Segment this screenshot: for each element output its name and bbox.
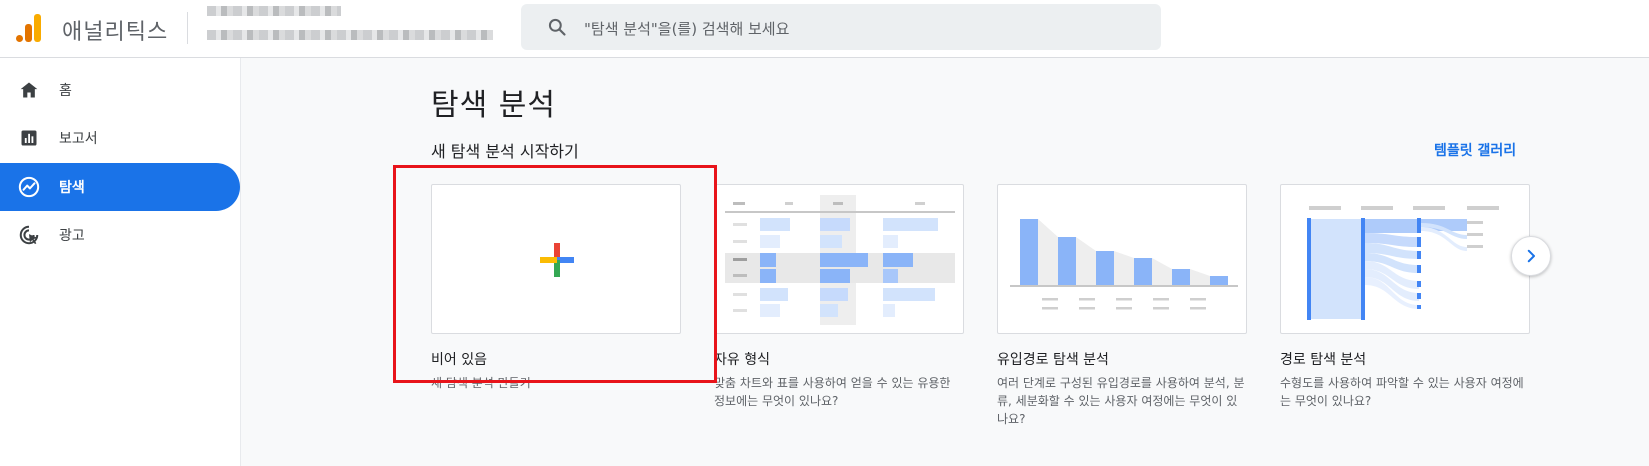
- app-name: 애널리틱스: [62, 20, 169, 45]
- card-description: 여러 단계로 구성된 유입경로를 사용하여 분석, 분류, 세분화할 수 있는 …: [997, 376, 1245, 426]
- chevron-right-icon: [1527, 249, 1535, 263]
- nav-label: 광고: [59, 228, 85, 244]
- card-title: 자유 형식: [714, 352, 770, 368]
- card-description: 수형도를 사용하여 파악할 수 있는 사용자 여정에는 무엇이 있나요?: [1280, 376, 1524, 408]
- nav-item-home[interactable]: 홈: [0, 66, 240, 114]
- funnel-chart-icon: [1010, 219, 1238, 310]
- nav-item-explore[interactable]: 탐색: [0, 163, 240, 211]
- card-description: 맞춤 차트와 표를 사용하여 얻을 수 있는 유용한 정보에는 무엇이 있나요?: [714, 376, 951, 408]
- top-app-bar: 애널리틱스 "탐색 분석"을(를) 검색해 보세요: [0, 0, 1649, 58]
- carousel-next-button[interactable]: [1511, 236, 1551, 276]
- nav-item-reports[interactable]: 보고서: [0, 114, 240, 162]
- plus-icon: [540, 243, 574, 277]
- card-title: 경로 탐색 분석: [1280, 352, 1367, 368]
- template-gallery-link[interactable]: 템플릿 갤러리: [1434, 140, 1516, 160]
- left-nav: 홈 보고서 탐색 광고: [0, 58, 241, 466]
- main-content: 탐색 분석 새 탐색 분석 시작하기 템플릿 갤러리 비어 있음 새 탐색 분석…: [241, 58, 1649, 466]
- search-bar[interactable]: "탐색 분석"을(를) 검색해 보세요: [521, 4, 1161, 50]
- reports-icon: [18, 127, 40, 149]
- card-title: 비어 있음: [431, 352, 487, 368]
- card-path-exploration[interactable]: 경로 탐색 분석 수형도를 사용하여 파악할 수 있는 사용자 여정에는 무엇이…: [1280, 184, 1530, 410]
- section-title: 새 탐색 분석 시작하기: [431, 142, 579, 161]
- nav-label: 홈: [59, 83, 72, 99]
- table-preview-icon: [725, 195, 955, 325]
- card-thumbnail[interactable]: [714, 184, 964, 334]
- search-input[interactable]: "탐색 분석"을(를) 검색해 보세요: [584, 18, 789, 39]
- card-thumbnail[interactable]: [1280, 184, 1530, 334]
- search-icon: [548, 18, 566, 36]
- card-thumbnail[interactable]: [997, 184, 1247, 334]
- header-divider: [187, 12, 188, 44]
- path-tree-icon: [1307, 206, 1499, 320]
- home-icon: [18, 79, 40, 101]
- nav-label: 보고서: [59, 131, 98, 147]
- page-title: 탐색 분석: [431, 88, 556, 123]
- nav-label: 탐색: [59, 180, 85, 196]
- explore-icon: [18, 176, 40, 198]
- card-title: 유입경로 탐색 분석: [997, 352, 1109, 368]
- analytics-logo-icon[interactable]: [16, 14, 42, 42]
- card-thumbnail[interactable]: [431, 184, 681, 334]
- nav-item-advertising[interactable]: 광고: [0, 211, 240, 259]
- card-blank[interactable]: 비어 있음 새 탐색 분석 만들기: [431, 184, 681, 392]
- advertising-icon: [18, 224, 40, 246]
- card-free-form[interactable]: 자유 형식 맞춤 차트와 표를 사용하여 얻을 수 있는 유용한 정보에는 무엇…: [714, 184, 964, 410]
- card-description: 새 탐색 분석 만들기: [431, 376, 531, 390]
- account-name-redacted[interactable]: [207, 6, 341, 16]
- card-funnel-exploration[interactable]: 유입경로 탐색 분석 여러 단계로 구성된 유입경로를 사용하여 분석, 분류,…: [997, 184, 1247, 428]
- property-name-redacted[interactable]: [207, 30, 493, 40]
